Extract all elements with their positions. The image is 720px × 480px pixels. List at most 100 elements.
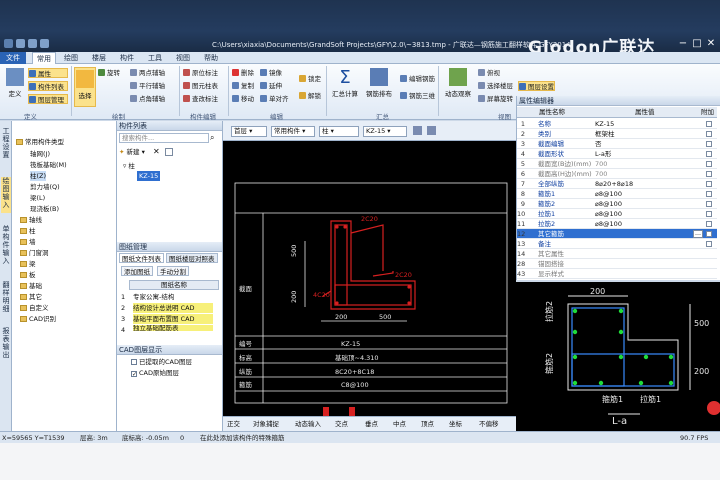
property-value[interactable]: 框架柱 <box>595 129 705 139</box>
column-table-button[interactable]: 图元柱表 <box>183 81 218 91</box>
delete-component-icon[interactable]: ✕ <box>153 147 160 157</box>
select-floor-button[interactable]: 选择楼层 <box>478 81 513 91</box>
property-value[interactable]: 8⌀20+8⌀18 <box>595 179 705 189</box>
property-row[interactable]: 43 显示样式 <box>517 269 717 279</box>
drawing-canvas[interactable]: 截面 2C20 2C20 4C20 500 200 200 500 编号 KZ-… <box>223 121 516 416</box>
component-root[interactable]: ▿ 柱 <box>123 161 135 171</box>
rotate-button[interactable]: 旋转 <box>98 68 120 78</box>
toolbar-icon[interactable] <box>413 126 422 135</box>
tab-drawing-floor-map[interactable]: 图纸楼层对照表 <box>166 253 218 263</box>
redo-icon[interactable] <box>40 39 49 48</box>
drawing-row-name[interactable]: 独立基础配筋表 <box>133 325 213 331</box>
tree-item-other[interactable]: 其它 <box>20 292 42 302</box>
coordinate-snap[interactable]: 坐标 <box>449 419 462 429</box>
property-button[interactable]: 属性 <box>28 68 68 78</box>
tree-item-custom[interactable]: 自定义 <box>20 303 49 313</box>
select-button[interactable]: 选择 <box>74 67 96 107</box>
copy-button[interactable]: 复制 <box>232 81 254 91</box>
property-row[interactable]: 28 锚固搭接 <box>517 259 717 269</box>
delete-button[interactable]: 删除 <box>232 68 254 78</box>
attach-checkbox[interactable] <box>706 201 712 207</box>
tree-item-door-window[interactable]: 门窗洞 <box>20 248 49 258</box>
add-drawing-button[interactable]: 添加图纸 <box>121 266 153 276</box>
attach-checkbox[interactable] <box>706 241 712 247</box>
property-row[interactable]: 11 拉筋2 ⌀8@100 <box>517 219 717 229</box>
tab-view[interactable]: 视图 <box>172 52 194 64</box>
property-row[interactable]: 10 拉筋1 ⌀8@100 <box>517 209 717 219</box>
tab-file[interactable]: 文件 <box>0 52 26 64</box>
checkbox-checked[interactable]: ✓ <box>131 371 137 378</box>
attach-checkbox[interactable] <box>706 171 712 177</box>
cad-layer-original[interactable]: ✓ CAD原始图层 <box>131 368 179 378</box>
property-row[interactable]: 1 名称 KZ-15 <box>517 119 717 129</box>
app-logo-icon[interactable] <box>4 39 13 48</box>
tab-single-component[interactable]: 单构件输入 <box>1 225 11 271</box>
floating-badge-icon[interactable] <box>707 401 720 415</box>
property-row[interactable]: 12 其它箍筋… <box>517 229 717 239</box>
in-place-annotate-button[interactable]: 原位标注 <box>183 68 218 78</box>
attach-checkbox[interactable] <box>706 221 712 227</box>
two-point-axis-button[interactable]: 两点辅轴 <box>130 68 165 78</box>
property-row[interactable]: 6 截面高(H边)(mm) 700 <box>517 169 717 179</box>
component-search-input[interactable]: 搜索构件... <box>119 133 209 143</box>
type-select[interactable]: 柱 ▾ <box>319 126 359 137</box>
layer-manage-button[interactable]: 图层管理 <box>28 94 68 104</box>
align-button[interactable]: 单对齐 <box>260 94 289 104</box>
attach-checkbox[interactable] <box>706 191 712 197</box>
tree-item-wall[interactable]: 墙 <box>20 237 36 247</box>
tree-item-beam[interactable]: 梁(L) <box>30 193 45 203</box>
intersection-snap[interactable]: 交点 <box>335 419 348 429</box>
property-row[interactable]: 7 全部纵筋 8⌀20+8⌀18 <box>517 179 717 189</box>
drawing-row-name[interactable]: 结构设计总说明 CAD <box>133 303 213 313</box>
search-icon[interactable]: ⌕ <box>210 133 220 143</box>
property-value[interactable]: 否 <box>595 139 705 149</box>
property-value[interactable]: ⌀8@100 <box>595 209 705 219</box>
property-row[interactable]: 3 截面编辑否 <box>517 139 717 149</box>
tree-item-slab[interactable]: 现浇板(B) <box>30 204 59 214</box>
cad-drawing[interactable]: 截面 2C20 2C20 4C20 500 200 200 500 编号 KZ-… <box>223 121 516 416</box>
property-row[interactable]: 8 箍筋1 ⌀8@100 <box>517 189 717 199</box>
dynamic-input-toggle[interactable]: 动态输入 <box>295 419 321 429</box>
tree-item-axis-grid[interactable]: 轴网(J) <box>30 149 50 159</box>
property-row[interactable]: 14 其它属性 <box>517 249 717 259</box>
property-value[interactable]: ⌀8@100 <box>595 219 705 229</box>
lock-button[interactable]: 锁定 <box>299 74 321 84</box>
tab-report[interactable]: 报表输出 <box>1 327 11 363</box>
tree-item-column[interactable]: 柱(Z) <box>30 171 47 181</box>
tab-drawing-file-list[interactable]: 图纸文件列表 <box>119 253 164 263</box>
property-value[interactable]: KZ-15 <box>595 119 705 129</box>
perpendicular-snap[interactable]: 垂点 <box>365 419 378 429</box>
perspective-button[interactable]: 俯视 <box>478 68 500 78</box>
object-snap-toggle[interactable]: 对象捕捉 <box>253 419 279 429</box>
component-item-selected[interactable]: KZ-15 <box>137 171 161 181</box>
tree-item-foundation[interactable]: 基础 <box>20 281 42 291</box>
property-row[interactable]: 5 截面宽(B边)(mm) 700 <box>517 159 717 169</box>
ortho-toggle[interactable]: 正交 <box>227 419 240 429</box>
tab-drawing-input[interactable]: 绘图输入 <box>1 177 11 213</box>
component-select[interactable]: KZ-15 ▾ <box>363 126 407 137</box>
tab-floor[interactable]: 楼层 <box>88 52 110 64</box>
property-value[interactable]: ⌀8@100 <box>595 199 705 209</box>
parallel-axis-button[interactable]: 平行辅轴 <box>130 81 165 91</box>
tree-item-axis[interactable]: 轴线 <box>20 215 42 225</box>
move-button[interactable]: 移动 <box>232 94 254 104</box>
property-row[interactable]: 9 箍筋2 ⌀8@100 <box>517 199 717 209</box>
property-row[interactable]: 13 备注 <box>517 239 717 249</box>
summary-calc-button[interactable]: Σ 汇总计算 <box>330 68 360 99</box>
attach-checkbox[interactable] <box>706 141 712 147</box>
category-select[interactable]: 常用构件 ▾ <box>271 126 315 137</box>
attach-checkbox[interactable] <box>706 131 712 137</box>
tree-item-column-group[interactable]: 柱 <box>20 226 36 236</box>
cad-layer-extracted[interactable]: 已提取的CAD图层 <box>131 357 192 367</box>
floor-select[interactable]: 首层 ▾ <box>231 126 267 137</box>
close-button[interactable]: ✕ <box>704 38 718 50</box>
drawing-row-name[interactable]: 专家公寓-结构 <box>133 292 174 302</box>
ellipsis-button[interactable]: … <box>693 230 703 238</box>
tab-detail[interactable]: 翻样明细 <box>1 281 11 317</box>
property-value[interactable]: 700 <box>595 159 705 169</box>
midpoint-snap[interactable]: 中点 <box>393 419 406 429</box>
attach-checkbox[interactable] <box>706 151 712 157</box>
maximize-button[interactable]: □ <box>690 38 704 50</box>
manual-split-button[interactable]: 手动分割 <box>157 266 189 276</box>
rebar-edit-button[interactable]: 编辑钢筋 <box>400 74 435 84</box>
